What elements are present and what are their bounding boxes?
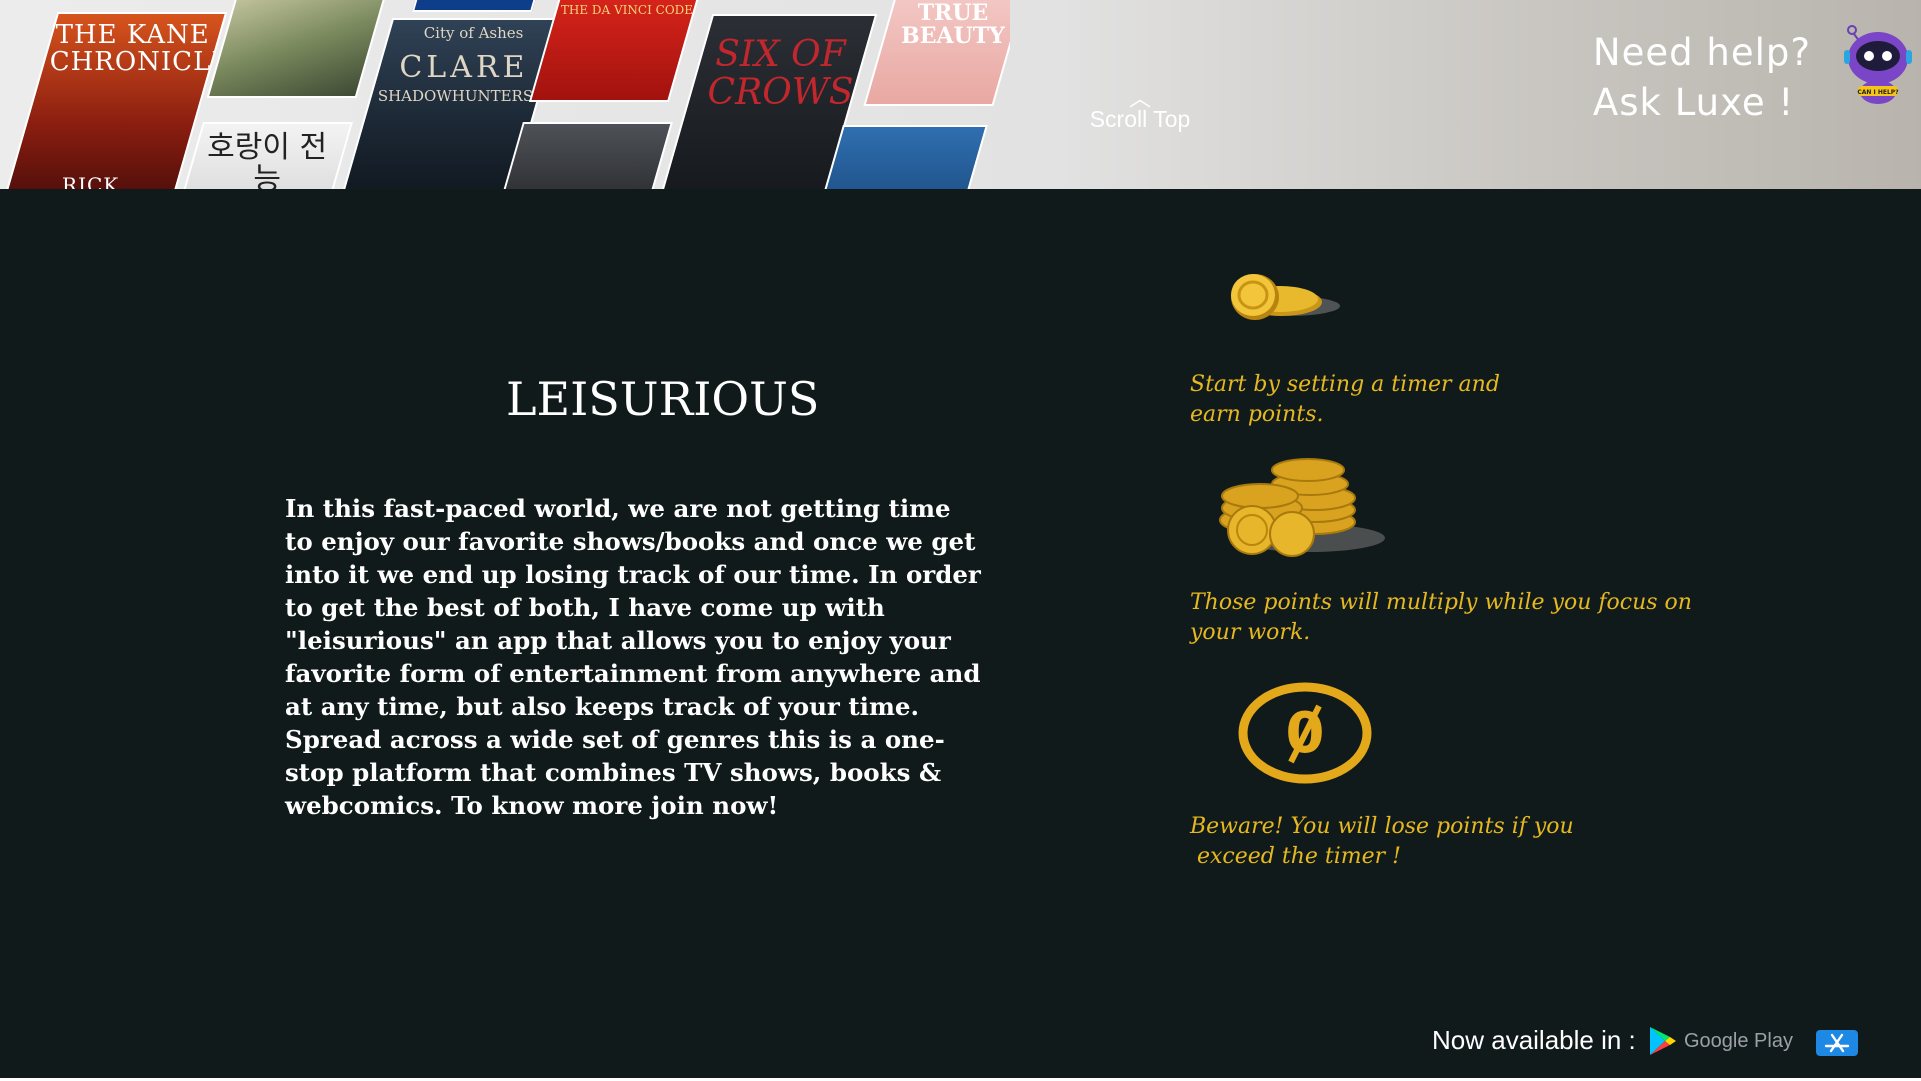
chevron-up-icon: ︿ xyxy=(1128,86,1151,111)
step-3-text: Beware! You will lose points if you exce… xyxy=(1190,812,1574,872)
help-prompt[interactable]: Need help? Ask Luxe ! xyxy=(1593,28,1811,128)
book-cover-collage: THE KANE CHRONICLES RICK RIORDAN 호랑이 전능 … xyxy=(0,0,1010,189)
zero-points-icon: 0 xyxy=(1238,682,1372,784)
cover-title: TRUE BEAUTY xyxy=(901,0,1005,50)
single-coin-icon xyxy=(1231,274,1340,320)
app-description: In this fast-paced world, we are not get… xyxy=(285,494,981,820)
app-store-link[interactable] xyxy=(1816,1030,1858,1056)
step-2-line-2: your work. xyxy=(1190,620,1311,645)
step-3-line-1: Beware! You will lose points if you xyxy=(1190,814,1574,839)
step-2-text: Those points will multiply while you foc… xyxy=(1190,588,1692,648)
google-play-link[interactable]: Google Play xyxy=(1648,1024,1793,1058)
app-store-icon xyxy=(1824,1033,1850,1053)
cover-author: CLARE xyxy=(399,49,529,85)
book-cover-true-beauty[interactable]: TRUE BEAUTY xyxy=(863,0,1010,106)
step-3-line-2: exceed the timer ! xyxy=(1190,844,1401,869)
step-1-text: Start by setting a timer and earn points… xyxy=(1190,370,1500,430)
cover-title: 호랑이 전능 xyxy=(207,130,328,189)
cover-title: SIX OF CROWS xyxy=(707,34,854,113)
step-2-line-1: Those points will multiply while you foc… xyxy=(1190,590,1692,615)
help-line-2: Ask Luxe ! xyxy=(1592,81,1795,124)
book-cover-da-vinci-code[interactable]: THE DA VINCI CODE xyxy=(528,0,702,102)
scroll-top-label: Scroll Top xyxy=(1089,106,1191,132)
top-banner: THE KANE CHRONICLES RICK RIORDAN 호랑이 전능 … xyxy=(0,0,1921,189)
book-cover-drama[interactable] xyxy=(206,0,388,98)
available-in-label: Now available in : xyxy=(1432,1025,1636,1055)
luxe-robot-icon[interactable]: CAN I HELP? xyxy=(1838,20,1918,110)
book-cover-bridge[interactable] xyxy=(497,122,673,189)
cover-title: THE KANE CHRONICLES xyxy=(49,20,228,78)
cover-title: THE DA VINCI CODE xyxy=(560,3,694,17)
cover-series: SHADOWHUNTERS xyxy=(377,87,534,106)
bot-badge: CAN I HELP? xyxy=(1857,89,1899,96)
scroll-top-button[interactable]: ︿ Scroll Top xyxy=(1080,86,1200,133)
book-cover-korean[interactable]: 호랑이 전능 xyxy=(177,122,353,189)
cover-title: City of Ashes xyxy=(423,24,524,42)
google-play-label: Google Play xyxy=(1684,1029,1793,1052)
step-1-line-2: earn points. xyxy=(1190,402,1324,427)
cover-author: RICK RIORDAN xyxy=(62,172,120,189)
book-cover-blue-eye[interactable] xyxy=(817,125,988,189)
book-cover-blue[interactable] xyxy=(411,0,539,12)
step-1-line-1: Start by setting a timer and xyxy=(1190,372,1500,397)
google-play-icon xyxy=(1650,1027,1676,1055)
page-title: LEISURIOUS xyxy=(506,372,820,426)
help-line-1: Need help? xyxy=(1592,31,1811,74)
coin-stack-icon xyxy=(1219,458,1385,557)
